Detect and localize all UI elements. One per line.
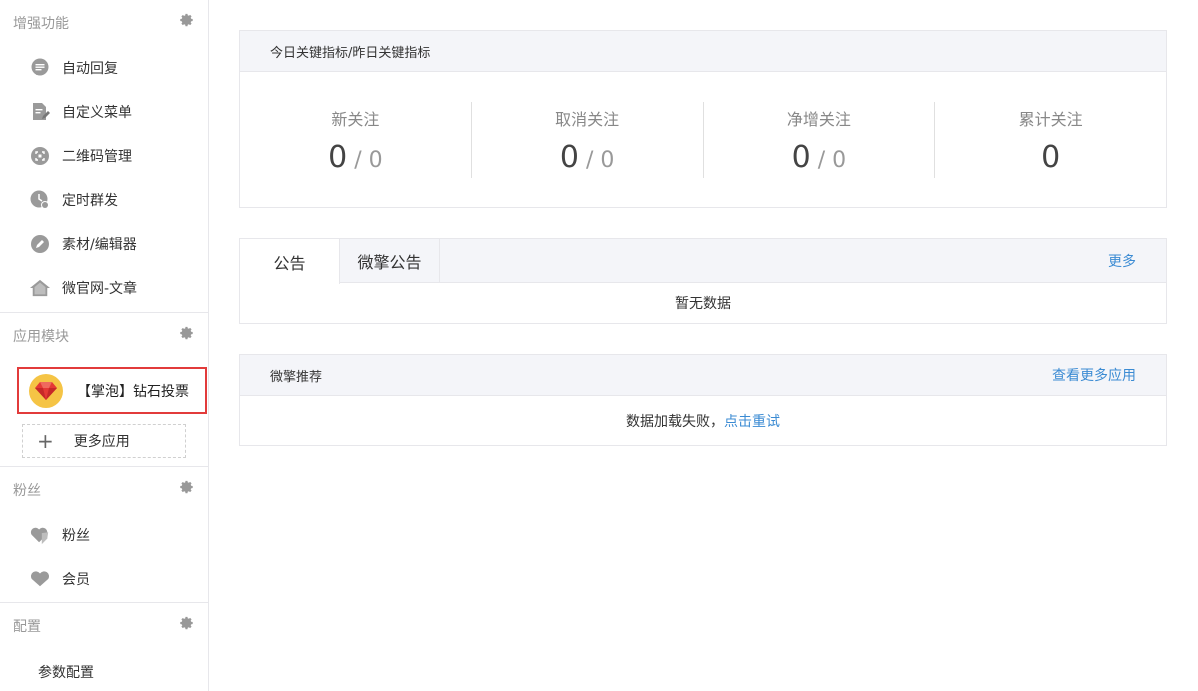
recommend-panel-title: 微擎推荐 查看更多应用 (240, 355, 1166, 396)
metrics-panel-title: 今日关键指标/昨日关键指标 (240, 31, 1166, 72)
heart-tag-icon (30, 525, 50, 545)
recommend-panel: 微擎推荐 查看更多应用 数据加载失败， 点击重试 (239, 354, 1167, 446)
view-more-apps-link[interactable]: 查看更多应用 (1052, 365, 1136, 385)
sidebar-item-material-editor[interactable]: 素材/编辑器 (0, 222, 208, 266)
stat-total-follow: 累计关注 0 (1018, 109, 1083, 175)
sidebar-item-members[interactable]: 会员 (0, 557, 208, 601)
sidebar-item-qrcode[interactable]: 二维码管理 (0, 134, 208, 178)
notice-tabs: 公告 微擎公告 更多 (240, 239, 1166, 284)
section-title-apps: 应用模块 (0, 313, 208, 359)
section-title-fans: 粉丝 (0, 467, 208, 513)
tab-weiqing-notice[interactable]: 微擎公告 (340, 239, 440, 282)
document-edit-icon (30, 102, 50, 122)
more-apps-button[interactable]: + 更多应用 (22, 424, 186, 458)
home-icon (30, 278, 50, 298)
clock-send-icon (30, 190, 50, 210)
sidebar-item-auto-reply[interactable]: 自动回复 (0, 46, 208, 90)
pencil-icon (30, 234, 50, 254)
notice-panel: 公告 微擎公告 更多 暂无数据 (239, 238, 1167, 324)
stat-new-follow: 新关注 0 / 0 (240, 102, 472, 178)
sidebar-item-scheduled-send[interactable]: 定时群发 (0, 178, 208, 222)
section-fans: 粉丝 粉丝 会员 (0, 467, 208, 603)
sidebar-item-param-config[interactable]: 参数配置 (0, 649, 208, 691)
sidebar-item-custom-menu[interactable]: 自定义菜单 (0, 90, 208, 134)
sidebar: 增强功能 自动回复 自定义菜单 二维码管理 定时群发 素材/编辑器 微官网-文章… (0, 0, 209, 691)
stat-net-follow: 净增关注 0 / 0 (704, 102, 936, 178)
notice-more-link[interactable]: 更多 (1108, 251, 1136, 271)
gear-icon[interactable] (180, 13, 194, 27)
heart-icon (30, 569, 50, 589)
metrics-panel: 今日关键指标/昨日关键指标 新关注 0 / 0 取消关注 0 / 0 净增关注 … (239, 30, 1167, 208)
section-enhanced: 增强功能 自动回复 自定义菜单 二维码管理 定时群发 素材/编辑器 微官网-文章 (0, 0, 208, 313)
section-title-config: 配置 (0, 603, 208, 649)
tab-notice[interactable]: 公告 (240, 239, 340, 284)
gear-icon[interactable] (180, 480, 194, 494)
chat-bubble-icon (30, 58, 50, 78)
gear-icon[interactable] (180, 326, 194, 340)
section-apps: 应用模块 【掌泡】钻石投票 + 更多应用 (0, 313, 208, 467)
gear-icon[interactable] (180, 616, 194, 630)
retry-link[interactable]: 点击重试 (724, 411, 780, 431)
sidebar-item-micro-site[interactable]: 微官网-文章 (0, 266, 208, 310)
diamond-icon (29, 373, 63, 408)
notice-empty-text: 暂无数据 (675, 296, 731, 312)
sidebar-item-fans[interactable]: 粉丝 (0, 513, 208, 557)
recommend-fail-row: 数据加载失败， 点击重试 (240, 396, 1166, 445)
qrcode-scan-icon (30, 146, 50, 166)
plus-icon: + (37, 429, 54, 453)
section-config: 配置 参数配置 (0, 603, 208, 691)
section-title-enhanced: 增强功能 (0, 0, 208, 46)
app-item-diamond-vote[interactable]: 【掌泡】钻石投票 (17, 367, 207, 414)
metrics-row: 新关注 0 / 0 取消关注 0 / 0 净增关注 0 / 0 累计关注 0 (240, 72, 1166, 208)
stat-unfollow: 取消关注 0 / 0 (472, 102, 704, 178)
